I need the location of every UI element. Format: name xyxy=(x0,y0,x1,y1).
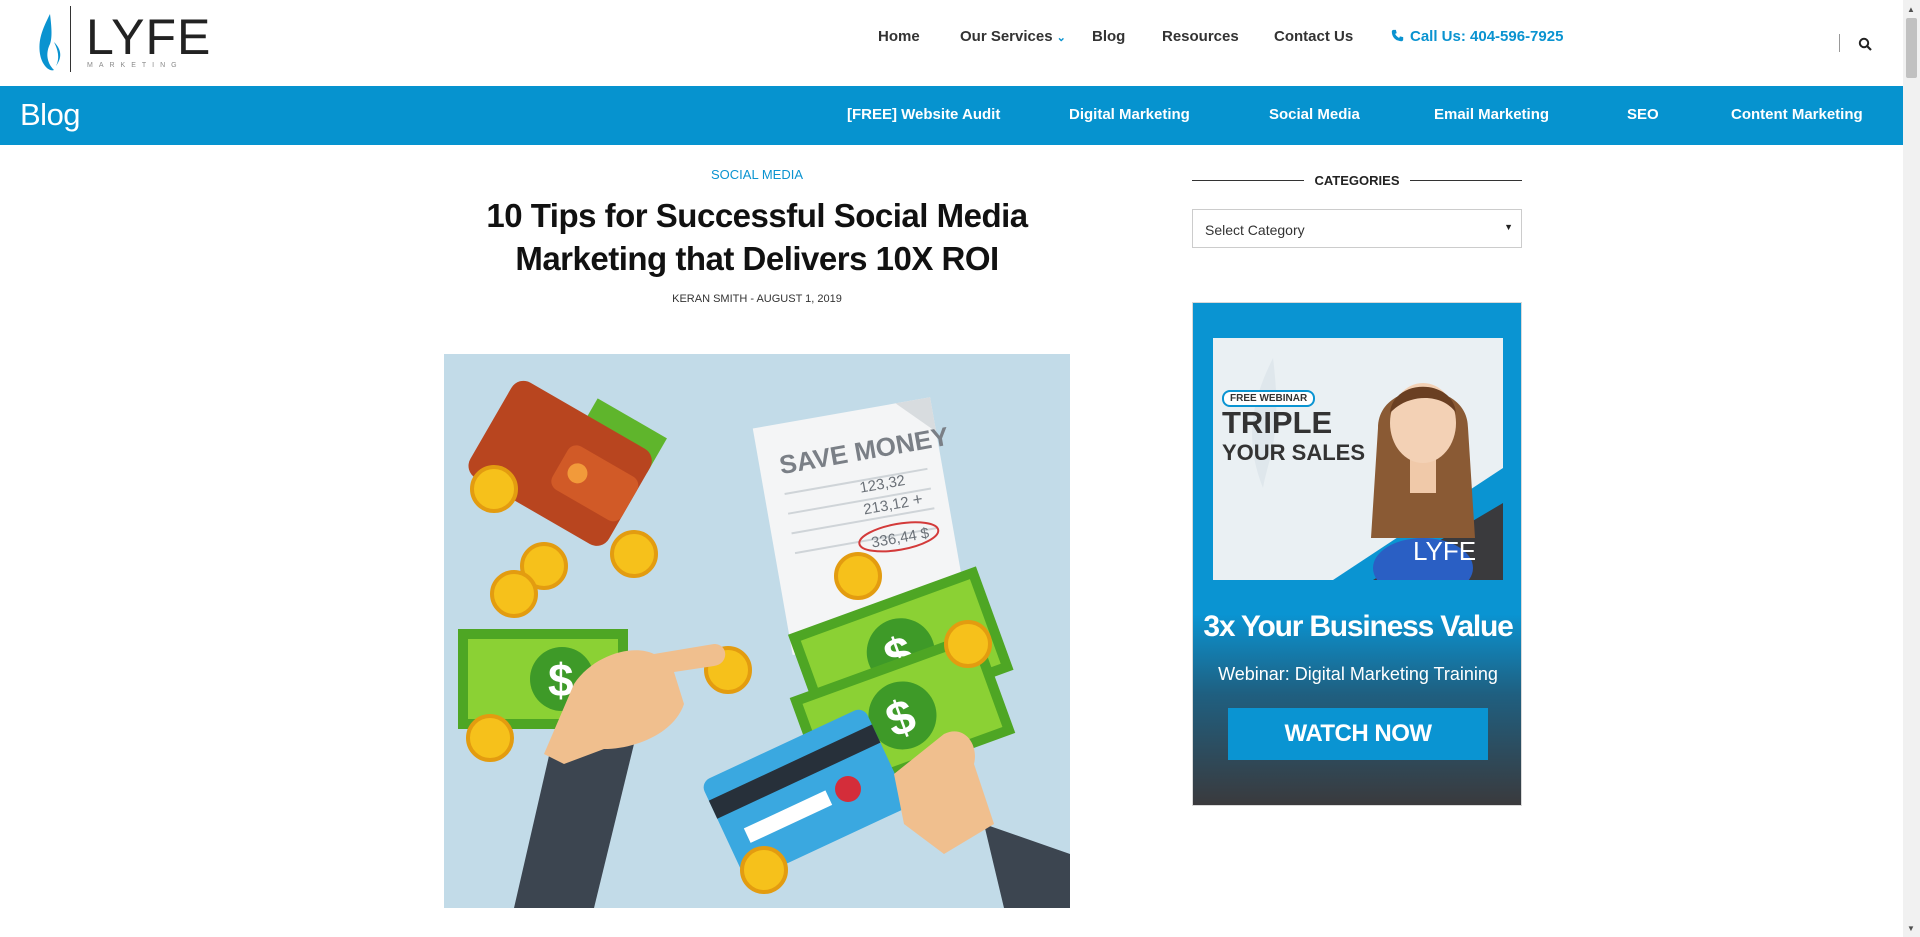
watch-now-button[interactable]: WATCH NOW xyxy=(1228,708,1488,760)
site-logo[interactable]: LYFE MARKETING xyxy=(34,4,210,72)
scroll-down-arrow-icon[interactable]: ▼ xyxy=(1907,924,1915,933)
nav-contact-us[interactable]: Contact Us xyxy=(1274,28,1353,45)
header-divider xyxy=(1839,34,1840,52)
category-select-value: Select Category xyxy=(1205,222,1305,238)
subnav-content-marketing[interactable]: Content Marketing xyxy=(1731,106,1863,123)
nav-home[interactable]: Home xyxy=(878,28,920,45)
ad-logo: LYFE xyxy=(1413,536,1477,566)
post-title: 10 Tips for Successful Social Media Mark… xyxy=(486,197,1028,277)
scroll-thumb[interactable] xyxy=(1906,18,1917,78)
dropdown-arrow-icon: ▼ xyxy=(1504,222,1513,232)
ad-triple-text: TRIPLE xyxy=(1222,405,1333,440)
nav-blog[interactable]: Blog xyxy=(1092,28,1125,45)
category-select[interactable]: Select Category ▼ xyxy=(1192,209,1522,248)
ad-image: FREE WEBINAR TRIPLE YOUR SALES LYFE xyxy=(1213,338,1503,580)
subnav-seo[interactable]: SEO xyxy=(1627,106,1659,123)
hero-image: SAVE MONEY 123,32 213,12 + 336,44 $ $ $ … xyxy=(444,354,1070,908)
nav-resources[interactable]: Resources xyxy=(1162,28,1239,45)
nav-our-services-label: Our Services xyxy=(960,28,1053,45)
subnav-digital-marketing[interactable]: Digital Marketing xyxy=(1069,106,1190,123)
search-icon[interactable] xyxy=(1858,37,1872,51)
subnav-website-audit[interactable]: [FREE] Website Audit xyxy=(847,106,1000,123)
webinar-ad[interactable]: FREE WEBINAR TRIPLE YOUR SALES LYFE 3x Y… xyxy=(1192,302,1522,806)
heading-rule-right xyxy=(1410,180,1522,181)
call-us-label: Call Us: 404-596-7925 xyxy=(1410,28,1564,45)
logo-wordmark: LYFE xyxy=(86,9,212,65)
scroll-up-arrow-icon[interactable]: ▲ xyxy=(1907,5,1915,14)
ad-subheadline: Webinar: Digital Marketing Training xyxy=(1218,664,1498,684)
site-header: LYFE MARKETING Home Our Services ⌄ Blog R… xyxy=(0,0,1903,86)
ad-headline: 3x Your Business Value xyxy=(1203,610,1514,643)
blog-section-title: Blog xyxy=(20,97,81,132)
subnav-social-media[interactable]: Social Media xyxy=(1269,106,1360,123)
money-illustration: SAVE MONEY 123,32 213,12 + 336,44 $ $ $ … xyxy=(458,380,1070,908)
subnav-email-marketing[interactable]: Email Marketing xyxy=(1434,106,1549,123)
page-scrollbar[interactable]: ▲ ▼ xyxy=(1903,0,1920,937)
logo-subtitle: MARKETING xyxy=(87,62,183,69)
nav-call-us[interactable]: Call Us: 404-596-7925 xyxy=(1391,28,1563,45)
flame-icon xyxy=(39,14,61,71)
logo-divider xyxy=(70,6,71,72)
phone-icon xyxy=(1391,29,1404,42)
categories-heading: CATEGORIES xyxy=(1192,172,1522,192)
blog-subnav-bar: Blog [FREE] Website Audit Digital Market… xyxy=(0,86,1903,145)
chevron-down-icon: ⌄ xyxy=(1056,32,1066,44)
nav-our-services[interactable]: Our Services ⌄ xyxy=(960,28,1066,45)
ad-your-sales-text: YOUR SALES xyxy=(1222,440,1366,465)
